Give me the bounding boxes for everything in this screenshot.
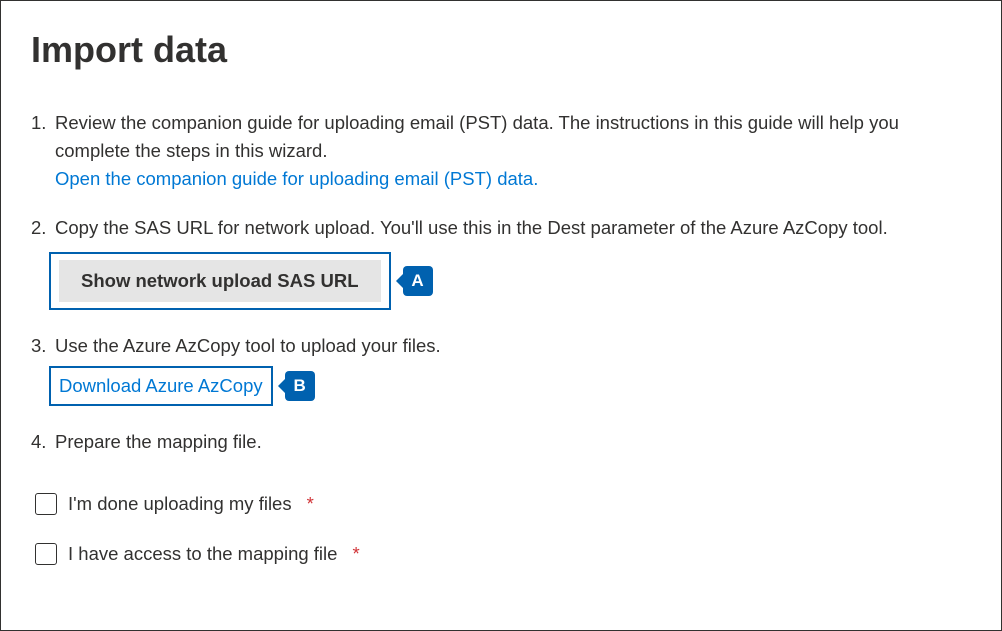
step-1-text: Review the companion guide for uploading…	[55, 112, 899, 161]
show-sas-url-button[interactable]: Show network upload SAS URL	[59, 260, 381, 302]
step-2-text: Copy the SAS URL for network upload. You…	[55, 217, 888, 238]
step-3: Use the Azure AzCopy tool to upload your…	[31, 332, 971, 406]
step-3-text: Use the Azure AzCopy tool to upload your…	[55, 335, 441, 356]
done-uploading-label: I'm done uploading my files	[68, 493, 292, 515]
have-mapping-label: I have access to the mapping file	[68, 543, 337, 565]
step-4: Prepare the mapping file.	[31, 428, 971, 456]
azcopy-highlight: Download Azure AzCopy B	[49, 366, 273, 406]
callout-a: A	[403, 266, 433, 296]
sas-url-highlight: Show network upload SAS URL A	[49, 252, 391, 310]
have-mapping-row: I have access to the mapping file *	[31, 543, 971, 565]
done-uploading-checkbox[interactable]	[35, 493, 57, 515]
step-1: Review the companion guide for uploading…	[31, 109, 971, 192]
required-marker: *	[307, 493, 314, 515]
import-data-panel: Import data Review the companion guide f…	[0, 0, 1002, 631]
step-4-text: Prepare the mapping file.	[55, 431, 262, 452]
companion-guide-link[interactable]: Open the companion guide for uploading e…	[55, 168, 538, 189]
steps-list: Review the companion guide for uploading…	[31, 109, 971, 455]
download-azcopy-link[interactable]: Download Azure AzCopy	[59, 375, 263, 396]
done-uploading-row: I'm done uploading my files *	[31, 493, 971, 515]
page-title: Import data	[31, 29, 971, 71]
required-marker: *	[352, 543, 359, 565]
callout-b: B	[285, 371, 315, 401]
have-mapping-checkbox[interactable]	[35, 543, 57, 565]
step-2: Copy the SAS URL for network upload. You…	[31, 214, 971, 310]
